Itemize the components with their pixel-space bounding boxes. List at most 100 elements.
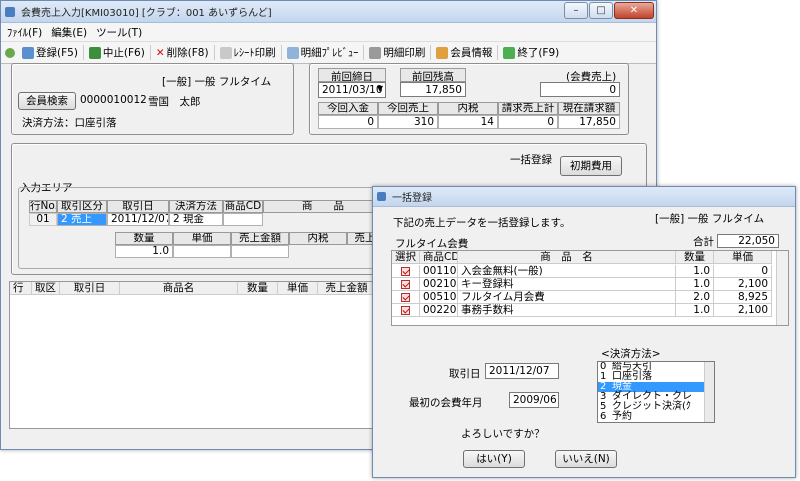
checkbox-checked-icon [401,306,410,315]
row-code: 00510 [420,291,458,304]
member-category: [一般] 一般 フルタイム [162,76,272,88]
receipt-print-button[interactable]: ﾚｼｰﾄ印刷 [215,45,282,60]
row-code: 00220 [420,304,458,317]
input-unit-price[interactable] [173,245,231,258]
summary-header-payment: 今回入金 [318,102,378,115]
last-close-date-select[interactable]: 2011/03/10 ▼ [318,82,386,98]
detail-print-button[interactable]: 明細印刷 [364,45,432,60]
row-checkbox[interactable] [392,304,420,317]
row-checkbox[interactable] [392,291,420,304]
input-transaction-date[interactable]: 2011/12/07 [107,213,169,226]
row-code: 00210 [420,278,458,291]
last-balance-value: 17,850 [400,82,466,97]
input-header-payment-method: 決済方法 [169,200,223,213]
no-button[interactable]: いいえ(N) [555,450,617,468]
input-header-row-no: 行No. [29,200,57,213]
initial-fee-button[interactable]: 初期費用 [560,156,622,176]
member-panel: [一般] 一般 フルタイム 会員検索 0000010012 雪国 太郎 決済方法… [11,63,294,135]
payment-option[interactable]: 6 予約 [598,412,714,422]
row-name: フルタイム月会費 [458,291,676,304]
fee-sales-value: 0 [540,82,620,97]
detail-preview-button[interactable]: 明細ﾌﾟﾚﾋﾞｭｰ [282,45,365,60]
yes-button[interactable]: はい(Y) [463,450,525,468]
printer-icon [369,46,382,59]
dialog-table-row[interactable]: 00110 入会金無料(一般) 1.0 0 [392,265,772,278]
payment-list-scrollbar[interactable] [704,362,714,422]
payment-method-label: 決済方法：口座引落 [22,117,117,129]
last-close-date-header: 前回締日 [318,68,386,82]
input-product-code[interactable] [223,213,263,226]
undo-icon [88,46,101,59]
dialog-payment-method-list[interactable]: 0 給与天引 1 口座引落 2 現金 3 ダイレクト・クレ 5 クレジット決済(ｸ 6 予約 [597,361,715,423]
bulk-register-label: 一括登録 [510,154,552,166]
summary-value-tax: 14 [438,115,498,129]
exit-icon [503,46,516,59]
menu-file[interactable]: ﾌｧｲﾙ(F) [5,25,49,40]
dialog-group-name: フルタイム会費 [395,238,469,250]
dialog-grid-header: 選択 商品CD 商 品 名 数量 単価 [392,251,772,264]
member-search-button[interactable]: 会員検索 [18,92,76,110]
dialog-first-month-input[interactable]: 2009/06 [509,392,559,408]
input-header-unit-price: 単価 [173,232,231,245]
row-checkbox[interactable] [392,278,420,291]
dialog-grid-scrollbar[interactable] [776,251,788,325]
dialog-product-grid: 選択 商品CD 商 品 名 数量 単価 00110 入会金無料(一般) 1.0 … [391,250,789,326]
input-header-tax: 内税 [289,232,347,245]
dialog-total-label: 合計 [693,236,714,248]
grid-header-unit-price: 単価 [278,282,318,295]
member-name: 雪国 太郎 [148,96,201,108]
row-name: キー登録料 [458,278,676,291]
maximize-button[interactable]: □ [589,2,613,19]
dialog-header-name: 商 品 名 [458,251,676,264]
row-quantity: 1.0 [676,304,714,317]
member-card-icon [436,46,449,59]
dialog-header-price: 単価 [714,251,772,264]
row-price: 2,100 [714,278,772,291]
menu-tools[interactable]: ツール(T) [94,25,149,40]
register-button[interactable]: 登録(F5) [17,45,84,60]
row-name: 事務手数料 [458,304,676,317]
menu-edit[interactable]: 編集(E) [49,25,94,40]
minimize-button[interactable]: – [564,2,588,19]
dialog-first-month-label: 最初の会費年月 [409,397,483,409]
summary-value-billed-total: 0 [498,115,558,129]
dialog-header-quantity: 数量 [676,251,714,264]
dialog-app-icon [377,192,386,201]
input-header-transaction-date: 取引日 [107,200,169,213]
grid-header-quantity: 数量 [238,282,278,295]
toolbar-grip-icon [5,47,15,58]
row-quantity: 1.0 [676,278,714,291]
input-header-product-code: 商品CD [223,200,263,213]
input-transaction-type[interactable]: 2 売上 [57,213,107,226]
dialog-header-code: 商品CD [420,251,458,264]
member-id: 0000010012 [80,94,147,106]
dialog-message: 下記の売上データを一括登録します。 [393,217,571,229]
dialog-table-row[interactable]: 00220 事務手数料 1.0 2,100 [392,304,772,317]
input-row-no: 01 [29,213,57,226]
cancel-button[interactable]: 中止(F6) [84,45,151,60]
row-price: 0 [714,265,772,278]
summary-header-billed-total: 請求売上計 [498,102,558,115]
main-window-title: 会費売上入力[KMI03010] [クラブ：001 あいずらんど] [21,8,272,19]
close-button[interactable]: ✕ [614,2,654,19]
grid-header-product-name: 商品名 [120,282,238,295]
save-icon [22,46,34,59]
input-header-sales-amount: 売上金額 [231,232,289,245]
row-checkbox[interactable] [392,265,420,278]
dialog-transaction-date-input[interactable]: 2011/12/07 [485,363,559,379]
input-payment-method[interactable]: 2 現金 [169,213,223,226]
exit-button[interactable]: 終了(F9) [498,45,564,60]
dialog-payment-method-label: <決済方法> [601,348,661,360]
menu-bar: ﾌｧｲﾙ(F) 編集(E) ツール(T) [1,23,656,42]
grid-header-row: 行 [10,282,32,295]
input-sales-amount[interactable] [231,245,289,258]
dialog-table-row[interactable]: 00210 キー登録料 1.0 2,100 [392,278,772,291]
dialog-table-row[interactable]: 00510 フルタイム月会費 2.0 8,925 [392,291,772,304]
member-info-button[interactable]: 会員情報 [431,45,499,60]
row-quantity: 1.0 [676,265,714,278]
summary-panel: 前回締日 2011/03/10 ▼ 前回残高 17,850 (会費売上) 0 今… [309,63,629,135]
checkbox-checked-icon [401,293,410,302]
delete-button[interactable]: ✕ 削除(F8) [151,45,215,60]
last-balance-header: 前回残高 [400,68,466,82]
input-quantity[interactable]: 1.0 [115,245,173,258]
